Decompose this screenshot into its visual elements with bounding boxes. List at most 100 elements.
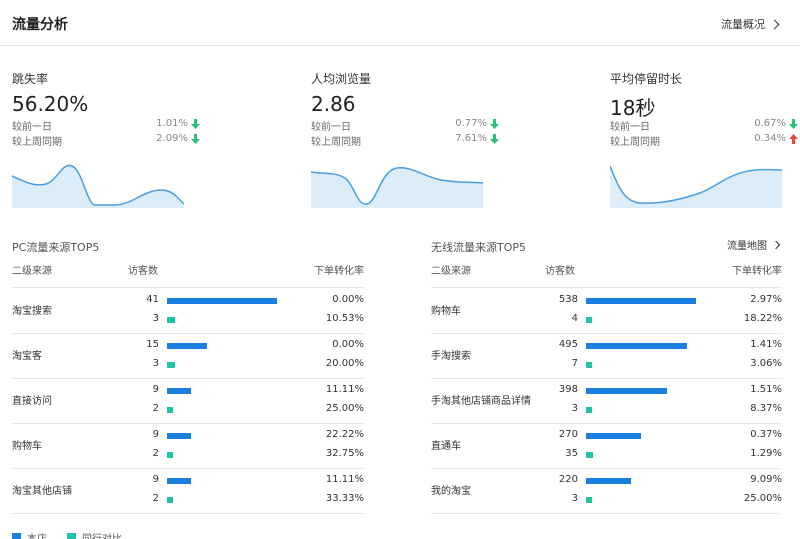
source-name: 我的淘宝 <box>431 485 471 497</box>
source-name: 淘宝搜索 <box>12 305 52 317</box>
peer-visitors-bar <box>167 407 173 413</box>
store-visitors: 538 <box>558 294 578 305</box>
peer-conversion-rate: 18.22% <box>743 313 782 324</box>
comparison-label: 较上周同期 <box>311 137 361 148</box>
peer-visitors-bar <box>586 317 592 323</box>
column-source: 二级来源 <box>12 266 52 277</box>
table-row[interactable]: 手淘其他店铺商品详情 398 3 1.51% 8.37% <box>431 379 782 424</box>
store-conversion-rate: 0.37% <box>750 429 782 440</box>
traffic-map-label: 流量地图 <box>727 241 767 252</box>
comparison-value: 0.77% <box>455 118 487 129</box>
table-row[interactable]: 淘宝其他店铺 9 2 11.11% 33.33% <box>12 469 364 514</box>
comparison-prev-day: 较前一日 0.67% <box>610 118 800 133</box>
legend-label: 本店 <box>27 530 47 539</box>
legend-label: 同行对比 <box>82 530 122 539</box>
store-conversion-rate: 11.11% <box>325 474 364 485</box>
peer-visitors: 3 <box>152 313 159 324</box>
table-row[interactable]: 淘宝搜索 41 3 0.00% 10.53% <box>12 289 364 334</box>
comparison-prev-week: 较上周同期 7.61% <box>311 133 501 148</box>
comparison-label: 较前一日 <box>12 122 52 133</box>
store-visitors: 220 <box>558 474 578 485</box>
metric-avg-pageviews: 人均浏览量 2.86 较前一日 0.77% 较上周同期 7.61% <box>311 70 501 148</box>
comparison-label: 较上周同期 <box>12 137 62 148</box>
store-visitors: 41 <box>146 294 159 305</box>
comparison-prev-week: 较上周同期 2.09% <box>12 133 202 148</box>
peer-visitors-bar <box>586 362 592 368</box>
peer-visitors-bar <box>167 497 173 503</box>
source-name: 直通车 <box>431 440 461 452</box>
table-row[interactable]: 手淘搜索 495 7 1.41% 3.06% <box>431 334 782 379</box>
avg-stay-time-sparkline <box>610 165 782 208</box>
arrow-down-icon <box>191 119 200 129</box>
comparison-value: 1.01% <box>156 118 188 129</box>
comparison-prev-day: 较前一日 1.01% <box>12 118 202 133</box>
table-row[interactable]: 我的淘宝 220 3 9.09% 25.00% <box>431 469 782 514</box>
legend-swatch <box>67 533 76 539</box>
store-conversion-rate: 11.11% <box>325 384 364 395</box>
peer-visitors: 2 <box>152 493 159 504</box>
store-visitors-bar <box>167 298 277 304</box>
peer-visitors: 2 <box>152 403 159 414</box>
metric-value: 56.20% <box>12 92 89 116</box>
store-visitors: 9 <box>152 384 159 395</box>
peer-conversion-rate: 10.53% <box>325 313 364 324</box>
table-row[interactable]: 购物车 538 4 2.97% 18.22% <box>431 289 782 334</box>
store-conversion-rate: 0.00% <box>332 294 364 305</box>
store-conversion-rate: 22.22% <box>325 429 364 440</box>
source-name: 直接访问 <box>12 395 52 407</box>
store-visitors: 9 <box>152 474 159 485</box>
store-visitors-bar <box>167 388 192 394</box>
metric-label: 人均浏览量 <box>311 72 372 86</box>
store-visitors: 495 <box>558 339 578 350</box>
source-name: 手淘搜索 <box>431 350 471 362</box>
legend-item-store[interactable]: 本店 <box>12 530 47 539</box>
store-conversion-rate: 1.51% <box>750 384 782 395</box>
store-visitors-bar <box>586 388 668 394</box>
traffic-overview-label: 流量概况 <box>721 18 765 31</box>
store-visitors-bar <box>586 433 642 439</box>
peer-visitors-bar <box>586 497 592 503</box>
page-title: 流量分析 <box>12 17 68 33</box>
store-visitors: 270 <box>558 429 578 440</box>
peer-visitors-bar <box>586 407 592 413</box>
avg-pageviews-sparkline <box>311 167 483 208</box>
table-row[interactable]: 直通车 270 35 0.37% 1.29% <box>431 424 782 469</box>
peer-conversion-rate: 8.37% <box>750 403 782 414</box>
pc-table-header: 二级来源 访客数 下单转化率 <box>12 262 364 288</box>
peer-visitors-bar <box>167 362 176 368</box>
column-visitors: 访客数 <box>545 266 575 277</box>
store-visitors-bar <box>167 343 208 349</box>
metric-avg-stay-time: 平均停留时长 18秒 较前一日 0.67% 较上周同期 0.34% <box>610 70 800 148</box>
comparison-prev-day: 较前一日 0.77% <box>311 118 501 133</box>
peer-visitors-bar <box>167 452 173 458</box>
peer-conversion-rate: 3.06% <box>750 358 782 369</box>
panel-header: 流量分析 流量概况 <box>0 0 800 46</box>
metric-label: 平均停留时长 <box>610 72 683 86</box>
comparison-value: 0.67% <box>754 118 786 129</box>
legend-swatch <box>12 533 21 539</box>
pc-traffic-title: PC流量来源TOP5 <box>12 241 100 254</box>
legend-item-peer[interactable]: 同行对比 <box>67 530 122 539</box>
store-conversion-rate: 1.41% <box>750 339 782 350</box>
table-row[interactable]: 淘宝客 15 3 0.00% 20.00% <box>12 334 364 379</box>
peer-visitors: 35 <box>565 448 578 459</box>
peer-conversion-rate: 33.33% <box>325 493 364 504</box>
store-conversion-rate: 9.09% <box>750 474 782 485</box>
source-name: 购物车 <box>12 440 42 452</box>
bounce-rate-sparkline <box>12 164 185 208</box>
arrow-up-icon <box>789 134 798 144</box>
store-visitors-bar <box>167 433 192 439</box>
peer-conversion-rate: 25.00% <box>743 493 782 504</box>
column-visitors: 访客数 <box>128 266 158 277</box>
traffic-overview-link[interactable]: 流量概况 <box>721 16 780 32</box>
source-name: 购物车 <box>431 305 461 317</box>
table-row[interactable]: 直接访问 9 2 11.11% 25.00% <box>12 379 364 424</box>
comparison-value: 7.61% <box>455 133 487 144</box>
comparison-label: 较前一日 <box>610 122 650 133</box>
metric-value: 18秒 <box>610 96 656 120</box>
peer-conversion-rate: 32.75% <box>325 448 364 459</box>
traffic-map-link[interactable]: 流量地图 <box>727 237 781 252</box>
store-conversion-rate: 2.97% <box>750 294 782 305</box>
table-row[interactable]: 购物车 9 2 22.22% 32.75% <box>12 424 364 469</box>
store-visitors-bar <box>586 343 688 349</box>
